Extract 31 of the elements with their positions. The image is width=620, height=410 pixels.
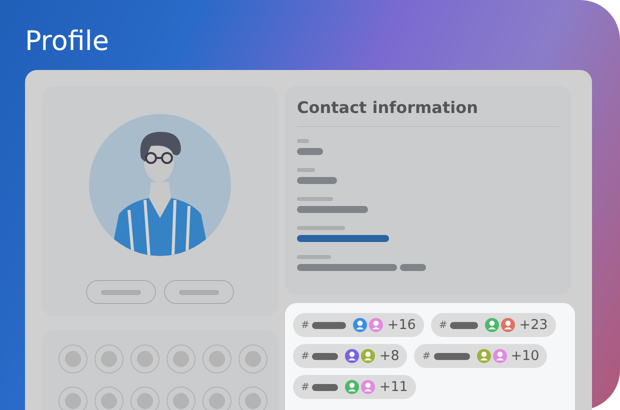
tag-chip[interactable]: # +8	[293, 344, 408, 368]
placeholder-button[interactable]	[86, 280, 156, 304]
value-placeholder-bar	[400, 264, 426, 271]
tag-name-placeholder-bar	[312, 384, 338, 390]
hash-symbol: #	[422, 350, 431, 362]
tag-chip[interactable]: # +16	[293, 313, 424, 337]
hash-symbol: #	[301, 350, 310, 362]
member-count: +16	[387, 317, 416, 333]
ring-dot-icon	[130, 344, 160, 374]
placeholder-button[interactable]	[164, 280, 234, 304]
hash-symbol: #	[438, 320, 448, 330]
hash-symbol: #	[301, 382, 310, 392]
member-count: +23	[519, 317, 548, 333]
tag-name-placeholder-bar	[312, 322, 346, 328]
ring-dot-icon	[238, 344, 268, 374]
contact-heading: Contact information	[297, 98, 479, 118]
tag-chip[interactable]: # +23	[430, 313, 556, 337]
member-count: +10	[510, 348, 540, 364]
tag-name-placeholder-bar	[434, 352, 470, 360]
tag-chip[interactable]: # +10	[414, 344, 548, 368]
member-count: +8	[379, 348, 400, 364]
ring-dot-icon	[58, 344, 88, 374]
member-count: +11	[379, 379, 408, 395]
ring-dot-icon	[94, 344, 124, 374]
tag-chip[interactable]: # +11	[293, 375, 416, 399]
hash-symbol: #	[301, 320, 310, 330]
ring-dot-icon	[202, 344, 232, 374]
page-title: Profile	[24, 25, 110, 59]
tag-name-placeholder-bar	[312, 352, 338, 360]
tag-name-placeholder-bar	[450, 322, 478, 328]
ring-dot-icon	[166, 344, 196, 374]
